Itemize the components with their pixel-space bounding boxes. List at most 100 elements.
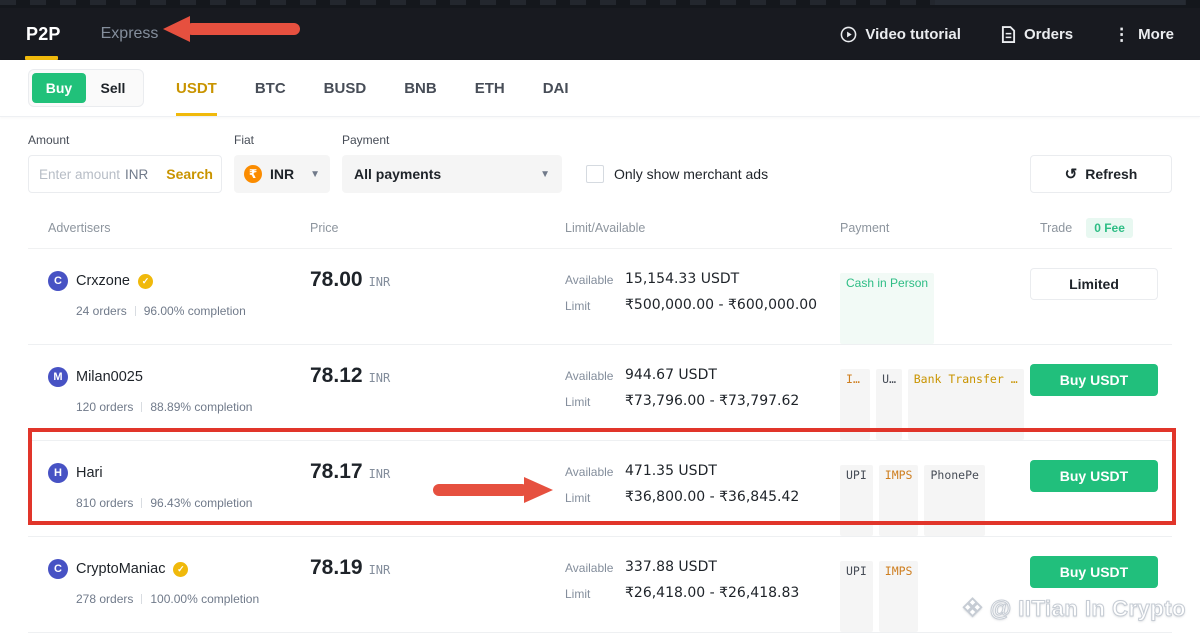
price-cell: 78.17INR [310,441,565,536]
limit-value: ₹26,418.00 - ₹26,418.83 [625,585,799,601]
price-cell: 78.00INR [310,249,565,344]
amount-input-box: INR Search [28,155,222,193]
limit-value: ₹36,800.00 - ₹36,845.42 [625,489,799,505]
avatar: M [48,367,68,387]
zero-fee-badge: 0 Fee [1086,218,1133,238]
available-label: Available [565,559,625,575]
tab-express[interactable]: Express [101,25,159,43]
limit-available-cell: Available337.88 USDT Limit₹26,418.00 - ₹… [565,537,840,632]
buy-usdt-button[interactable]: Buy USDT [1030,556,1158,588]
advertiser-cell: M Milan0025 120 orders 88.89% completion [48,345,310,440]
nav-links: Video tutorial Orders ⋮ More [840,26,1174,43]
checkbox-unchecked[interactable] [586,165,604,183]
verified-badge-icon: ✓ [173,562,188,577]
advertiser-cell: C Crxzone ✓ 24 orders 96.00% completion [48,249,310,344]
price-cell: 78.12 INR [310,345,565,440]
payment-methods-cell: Cash in Person [840,249,1030,344]
available-value: 337.88 USDT [625,559,717,575]
divider [135,306,136,316]
available-label: Available [565,463,625,479]
header-payment: Payment [840,221,1030,235]
rupee-coin-icon: ₹ [244,165,262,183]
header-advertisers: Advertisers [48,221,310,235]
document-icon [1001,26,1016,43]
avatar: C [48,559,68,579]
payment-methods-cell: IMPS UPI Bank Transfer (India... [840,345,1030,440]
payment-tag: UPI [840,465,873,536]
refresh-button[interactable]: ↺ Refresh [1030,155,1172,193]
sell-toggle-button[interactable]: Sell [86,73,140,103]
amount-label: Amount [28,133,222,147]
payment-tag: UPI [840,561,873,632]
tab-dai[interactable]: DAI [543,60,569,116]
tab-p2p[interactable]: P2P [26,24,61,45]
video-tutorial-link[interactable]: Video tutorial [840,26,961,43]
tab-busd[interactable]: BUSD [324,60,367,116]
play-circle-icon [840,26,857,43]
limit-label: Limit [565,489,625,505]
fiat-value: INR [270,166,294,182]
search-button[interactable]: Search [166,166,213,182]
advertiser-name[interactable]: CryptoManiac [76,561,165,577]
merchant-ads-label: Only show merchant ads [614,166,768,182]
advertiser-name[interactable]: Hari [76,465,103,481]
avatar: C [48,271,68,291]
completion-rate: 96.43% completion [150,496,252,510]
divider [141,594,142,604]
orders-count: 810 orders [76,496,133,510]
advertiser-cell: H Hari 810 orders 96.43% completion [48,441,310,536]
offers-table: Advertisers Price Limit/Available Paymen… [28,207,1172,633]
trade-tabs-row: Buy Sell USDT BTC BUSD BNB ETH DAI [0,60,1200,117]
limit-label: Limit [565,297,625,313]
payment-tag: Cash in Person [840,273,934,344]
payment-select[interactable]: All payments ▼ [342,155,562,193]
table-row: C Crxzone ✓ 24 orders 96.00% completion … [28,249,1172,345]
more-menu[interactable]: ⋮ More [1113,26,1174,43]
tab-bnb[interactable]: BNB [404,60,437,116]
available-label: Available [565,271,625,287]
buy-usdt-button[interactable]: Buy USDT [1030,460,1158,492]
divider [141,402,142,412]
price-value: 78.19 [310,556,363,579]
payment-value: All payments [354,166,441,182]
amount-filter: Amount INR Search [28,133,222,193]
table-header: Advertisers Price Limit/Available Paymen… [28,207,1172,249]
advertiser-name[interactable]: Milan0025 [76,369,143,385]
advertiser-name[interactable]: Crxzone [76,273,130,289]
tab-btc[interactable]: BTC [255,60,286,116]
available-value: 471.35 USDT [625,463,717,479]
fiat-filter: Fiat ₹ INR ▼ [234,133,330,193]
buy-toggle-button[interactable]: Buy [32,73,86,103]
trade-cell: Buy USDT [1030,441,1172,536]
price-value: 78.00 [310,268,363,291]
orders-count: 278 orders [76,592,133,606]
kebab-icon: ⋮ [1113,26,1130,43]
tab-eth[interactable]: ETH [475,60,505,116]
price-value: 78.12 [310,364,363,387]
advertiser-cell: C CryptoManiac ✓ 278 orders 100.00% comp… [48,537,310,632]
amount-currency-suffix: INR [125,167,148,182]
merchant-ads-checkbox-row[interactable]: Only show merchant ads [586,155,768,193]
tab-usdt[interactable]: USDT [176,60,217,116]
payment-tag: Bank Transfer (India... [908,369,1024,440]
price-currency: INR [369,371,391,385]
limit-available-cell: Available471.35 USDT Limit₹36,800.00 - ₹… [565,441,840,536]
available-value: 15,154.33 USDT [625,271,739,287]
fiat-select[interactable]: ₹ INR ▼ [234,155,330,193]
completion-rate: 96.00% completion [144,304,246,318]
divider [141,498,142,508]
top-nav: P2P Express Video tutorial Orders ⋮ More [0,8,1200,60]
orders-link[interactable]: Orders [1001,26,1073,43]
crypto-tabs: USDT BTC BUSD BNB ETH DAI [176,60,569,116]
buy-usdt-button[interactable]: Buy USDT [1030,364,1158,396]
fiat-label: Fiat [234,133,330,147]
header-price: Price [310,221,565,235]
limited-button[interactable]: Limited [1030,268,1158,300]
price-currency: INR [369,563,391,577]
refresh-icon: ↺ [1065,165,1078,183]
amount-input[interactable] [39,167,125,182]
payment-tag: IMPS [879,561,919,632]
verified-badge-icon: ✓ [138,274,153,289]
limit-available-cell: Available944.67 USDT Limit₹73,796.00 - ₹… [565,345,840,440]
orders-count: 120 orders [76,400,133,414]
